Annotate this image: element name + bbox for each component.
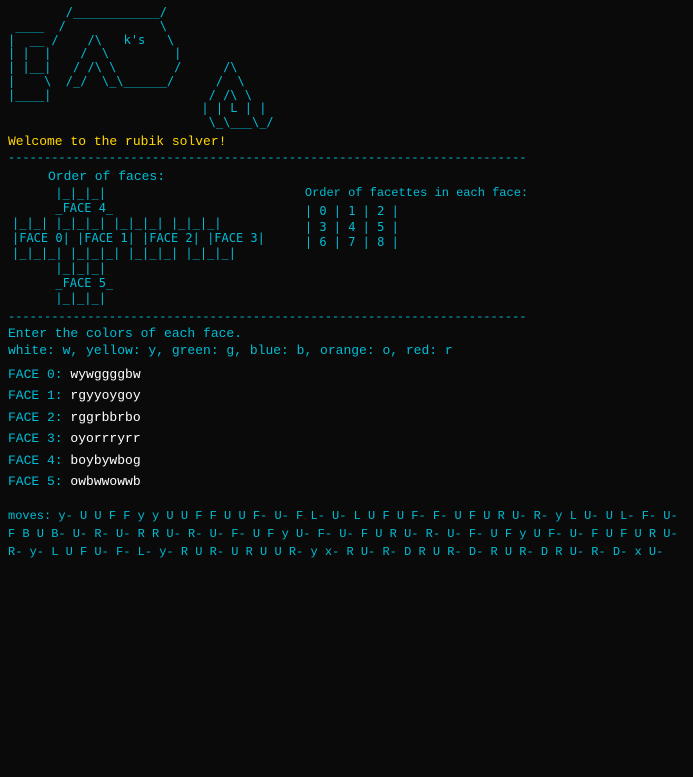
face2-lbl: FACE 2: [8,410,70,425]
terminal-screen: /____________/ ____ / \ | __ / /\ k's \ … [0,0,693,777]
facettes-hdr: Order of facettes in each face: [305,186,528,200]
face1-row: FACE 1: rgyyoygoy [8,385,685,406]
face4-val: boybywbog [70,453,140,468]
face5-lbl: FACE 5: [8,474,70,489]
face5-val: owbwwowwb [70,474,140,489]
faces-ascii: |_|_|_| _FACE 4_ |_|_| |_|_|_| |_|_|_| |… [12,186,265,306]
face2-row: FACE 2: rggrbbrbo [8,407,685,428]
order-faces-hdr: Order of faces: [48,169,685,184]
rubik-title-ascii: /____________/ ____ / \ | __ / /\ k's \ … [8,6,181,103]
color-key-line: white: w, yellow: y, green: g, blue: b, … [8,343,685,358]
face1-val: rgyyoygoy [70,388,140,403]
face2-val: rggrbbrbo [70,410,140,425]
enter-colors-msg: Enter the colors of each face. [8,326,685,341]
facettes-grid: | 0 | 1 | 2 | | 3 | 4 | 5 | | 6 | 7 | 8 … [305,204,528,251]
face4-row: FACE 4: boybywbog [8,450,685,471]
layout-row: |_|_|_| _FACE 4_ |_|_| |_|_|_| |_|_|_| |… [8,186,685,306]
stick-figure-ascii: /\ / \ / /\ \ | | L | | \_\___\_/ [201,61,273,130]
face1-lbl: FACE 1: [8,388,70,403]
face-inputs-clean: FACE 0: wywggggbw FACE 1: rgyyoygoy FACE… [8,364,685,493]
face3-val: oyorrryrr [70,431,140,446]
face0-val: wywggggbw [70,367,140,382]
face4-lbl: FACE 4: [8,453,70,468]
face5-row: FACE 5: owbwwowwb [8,471,685,492]
title-row: /____________/ ____ / \ | __ / /\ k's \ … [8,6,685,130]
face0-row: FACE 0: wywggggbw [8,364,685,385]
welcome-line: Welcome to the rubik solver! [8,134,685,149]
div2: ----------------------------------------… [8,310,685,324]
face3-row: FACE 3: oyorrryrr [8,428,685,449]
face0-lbl: FACE 0: [8,367,70,382]
facettes-box: Order of facettes in each face: | 0 | 1 … [305,186,528,251]
div1: ----------------------------------------… [8,151,685,165]
face3-lbl: FACE 3: [8,431,70,446]
moves-block: moves: y- U U F F y y U U F F U U F- U- … [8,507,685,561]
